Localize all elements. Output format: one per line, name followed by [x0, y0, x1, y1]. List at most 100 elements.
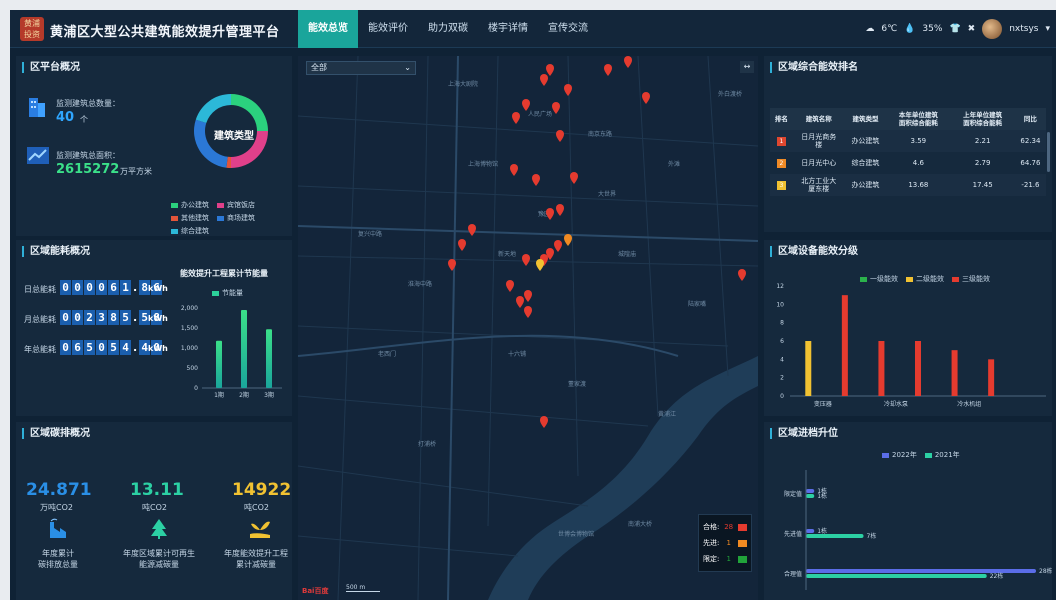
daily-unit: kWh — [148, 284, 168, 293]
panel-upgrade: 区域进档升位 2022年 2021年 限定值 1栋 1栋 先进值 1栋 7栋 合理值 28栋 2… — [764, 422, 1052, 600]
avatar[interactable] — [982, 19, 1003, 39]
level-bar — [841, 295, 848, 396]
savings-legend: 节能量 — [212, 288, 243, 298]
rank-badge: 3 — [776, 180, 786, 190]
x-tick-label: 冷却水泵 — [884, 400, 908, 408]
counter-digit: 3 — [96, 310, 107, 325]
y-tick-label: 6 — [780, 338, 784, 345]
y-tick-label: 4 — [780, 356, 784, 363]
counter-digit: 0 — [72, 310, 83, 325]
humidity: 35% — [922, 24, 943, 34]
upgrade-bar — [806, 574, 987, 578]
legend-office: 办公建筑 — [171, 200, 209, 210]
counter-digit: 0 — [72, 280, 83, 295]
level-bar — [988, 359, 995, 396]
table-row[interactable]: 3 北方工业大 厦东楼 办公建筑 13.68 17.45 -21.6 — [770, 174, 1046, 196]
yearly-unit: kWh — [148, 344, 168, 353]
y-tick-label: 合理值 — [784, 570, 802, 578]
main-nav: 能效总览 能效评价 助力双碳 楼宇详情 宣传交流 — [298, 10, 598, 48]
counter-digit: . — [133, 311, 138, 324]
legend-advanced: 先进: 1 — [703, 535, 747, 551]
username[interactable]: nxtsys — [1009, 24, 1038, 34]
map-place-label: 陆家嘴 — [688, 300, 706, 308]
map-place-label: 打浦桥 — [418, 440, 436, 448]
map-place-label: 黄浦江 — [658, 410, 676, 418]
savings-bar — [216, 340, 222, 388]
upgrade-bar — [806, 494, 815, 498]
counter-digit: 5 — [84, 340, 95, 355]
levels-bar-chart: 0 2 4 6 8 10 12 变压器 冷却水泵 冷水机组 — [776, 283, 1046, 408]
bar-value-label: 22栋 — [990, 572, 1004, 580]
table-scrollbar[interactable] — [1047, 132, 1050, 172]
tab-overview[interactable]: 能效总览 — [298, 10, 358, 48]
panel-title: 区域能耗概况 — [22, 246, 90, 257]
building-filter-select[interactable]: 全部 ⌄ — [306, 61, 416, 75]
renewable-label: 年度区域累计可再生 能源减碳量 — [123, 549, 195, 569]
y-tick-label: 10 — [776, 301, 784, 308]
area-unit: 万平方米 — [120, 167, 152, 176]
tab-carbon[interactable]: 助力双碳 — [418, 10, 478, 48]
level-bar — [878, 341, 885, 396]
temperature: 6℃ — [881, 24, 898, 34]
chevron-down-icon[interactable]: ▾ — [1045, 24, 1050, 34]
bar-value-label: 7栋 — [867, 532, 877, 540]
y-tick-label: 1,500 — [181, 325, 198, 332]
y-tick-label: 500 — [187, 365, 199, 372]
counter-digit: 5 — [108, 340, 119, 355]
counter-digit: 0 — [96, 340, 107, 355]
panel-title: 区域综合能效排名 — [770, 62, 858, 73]
building-icon — [29, 98, 45, 117]
area-value: 2615272 — [56, 162, 120, 177]
daily-label: 日总能耗 — [24, 285, 56, 294]
y-tick-label: 2 — [780, 375, 784, 382]
tab-building-detail[interactable]: 楼宇详情 — [478, 10, 538, 48]
panel-title: 区平台概况 — [22, 62, 80, 73]
table-row[interactable]: 2 日月光中心 综合建筑 4.6 2.79 64.76 — [770, 152, 1046, 174]
savings-bar — [266, 329, 272, 388]
panel-title: 区域设备能效分级 — [770, 246, 858, 257]
building-count-label: 监测建筑总数量： — [56, 99, 120, 108]
map-place-label: 外白渡桥 — [718, 90, 742, 98]
y-tick-label: 2,000 — [181, 305, 198, 312]
tab-evaluation[interactable]: 能效评价 — [358, 10, 418, 48]
donut-center-label: 建筑类型 — [214, 131, 254, 142]
district-map[interactable]: 上海大剧院 人民广场 南京东路 外滩 豫园 新天地 淮海中路 陆家嘴 黄浦江 世博会博物馆 大世界上… — [298, 56, 758, 600]
dashboard: 黄浦 投资 黄浦区大型公共建筑能效提升管理平台 能效总览 能效评价 助力双碳 楼宇… — [10, 10, 1056, 600]
panel-carbon: 区域碳排概况 24.871 万吨CO2 年度累计 碳排放总量 13.11 吨CO… — [16, 422, 292, 600]
legend-limit: 限定: 1 — [703, 551, 747, 567]
map-place-label: 十六铺 — [508, 350, 526, 358]
yearly-label: 年总能耗 — [24, 345, 56, 354]
upgrade-legend: 2022年 2021年 — [882, 450, 960, 460]
counter-digit: 2 — [84, 310, 95, 325]
app-title: 黄浦区大型公共建筑能效提升管理平台 — [50, 25, 280, 40]
donut-slice — [195, 94, 231, 123]
y-tick-label: 0 — [780, 393, 784, 400]
map-scale: 500 m — [346, 584, 380, 592]
upgrade-bar — [806, 534, 864, 538]
map-place-label: 复兴中路 — [358, 230, 382, 238]
tab-communication[interactable]: 宣传交流 — [538, 10, 598, 48]
project-reduction-value: 14922 — [232, 480, 292, 500]
shirt-icon[interactable]: 👕 — [949, 24, 960, 34]
counter-digit: 5 — [120, 310, 131, 325]
rank-badge: 1 — [776, 136, 786, 146]
counter-digit: 4 — [120, 340, 131, 355]
counter-digit: 1 — [120, 280, 131, 295]
expand-icon[interactable]: ↔ — [740, 61, 754, 73]
x-tick-label: 3期 — [264, 391, 274, 399]
carbon-total-value: 24.871 — [26, 480, 92, 500]
table-row[interactable]: 1 日月光商务 楼 办公建筑 3.59 2.21 62.34 — [770, 130, 1046, 152]
counter-digit: 6 — [108, 280, 119, 295]
humidity-icon: 💧 — [904, 24, 916, 34]
x-tick-label: 2期 — [239, 391, 249, 399]
baidu-logo: Bai百度 — [302, 587, 329, 595]
ranking-table: 排名 建筑名称 建筑类型 本年单位建筑 面积综合能耗 上年单位建筑 面积综合能耗… — [770, 108, 1046, 196]
x-tick-label: 变压器 — [814, 400, 832, 408]
upgrade-bar — [806, 489, 815, 493]
map-canvas[interactable]: 上海大剧院人民广场南京东路外滩豫园新天地淮海中路陆家嘴黄浦江世博会博物馆大世界上… — [298, 56, 758, 600]
project-reduction-unit: 吨CO2 — [244, 503, 269, 512]
level-bar — [951, 350, 958, 396]
fullscreen-icon[interactable]: ✖ — [968, 24, 976, 34]
building-count: 40 — [56, 110, 75, 125]
map-place-label: 上海博物馆 — [468, 160, 498, 168]
